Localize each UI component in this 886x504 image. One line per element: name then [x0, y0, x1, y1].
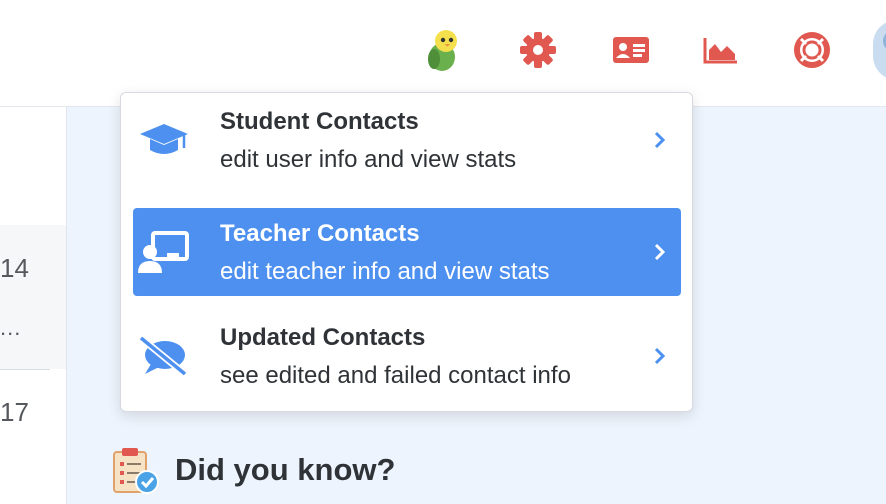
sidebar-value: 14 — [0, 253, 29, 283]
did-you-know-heading: Did you know? — [175, 452, 396, 487]
menu-item-teacher-contacts[interactable]: Teacher Contacts edit teacher info and v… — [133, 208, 681, 296]
menu-item-subtitle: edit teacher info and view stats — [220, 258, 550, 285]
id-card-icon[interactable] — [611, 30, 651, 70]
divider — [0, 369, 50, 370]
menu-item-updated-contacts[interactable]: Updated Contacts see edited and failed c… — [133, 312, 681, 400]
menu-item-title: Updated Contacts — [220, 324, 426, 351]
menu-item-title: Student Contacts — [220, 108, 419, 135]
chevron-right-icon — [653, 242, 667, 262]
top-navigation-bar — [0, 0, 886, 107]
gear-icon[interactable] — [518, 30, 558, 70]
avatar[interactable] — [873, 20, 886, 80]
comment-slash-icon — [137, 334, 191, 378]
sidebar-value: 17 — [0, 397, 29, 427]
chevron-right-icon — [653, 346, 667, 366]
checklist-clipboard-icon — [112, 446, 160, 496]
menu-item-title: Teacher Contacts — [220, 220, 420, 247]
graduation-cap-icon — [137, 118, 191, 162]
chevron-right-icon — [653, 130, 667, 150]
lifebuoy-icon[interactable] — [792, 30, 832, 70]
menu-item-subtitle: see edited and failed contact info — [220, 362, 571, 389]
parrot-mascot-icon[interactable] — [424, 30, 464, 71]
sidebar: 14 ... 17 — [0, 107, 67, 504]
did-you-know-section: Did you know? — [112, 446, 532, 496]
sidebar-row-band — [0, 225, 66, 369]
area-chart-icon[interactable] — [701, 30, 741, 70]
menu-item-student-contacts[interactable]: Student Contacts edit user info and view… — [133, 96, 681, 184]
menu-item-subtitle: edit user info and view stats — [220, 146, 517, 173]
sidebar-ellipsis[interactable]: ... — [0, 315, 21, 341]
contacts-dropdown-menu: Student Contacts edit user info and view… — [120, 92, 693, 412]
teacher-board-icon — [137, 230, 191, 274]
